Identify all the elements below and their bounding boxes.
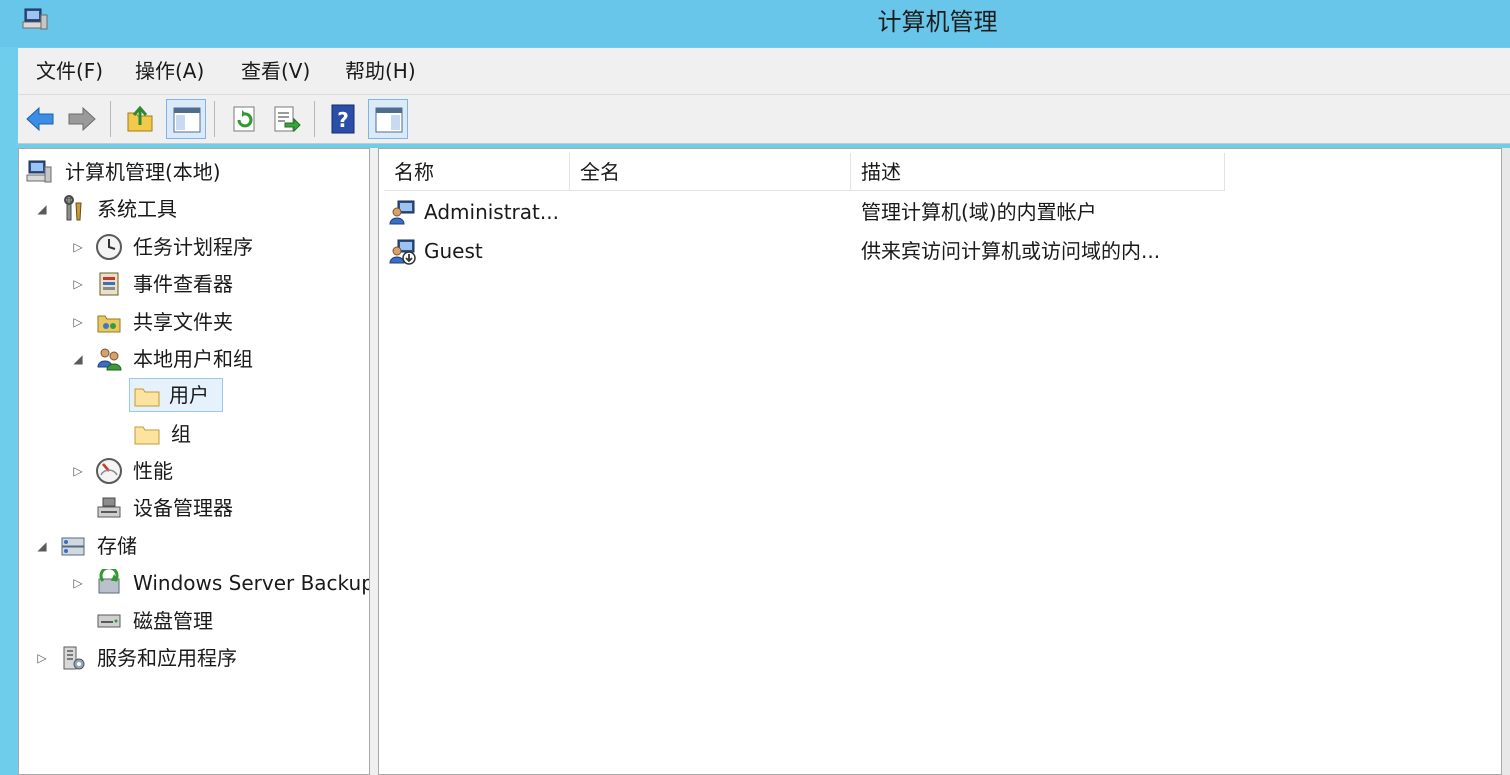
toolbar-separator (110, 101, 111, 137)
back-arrow-icon (26, 106, 54, 132)
menu-action[interactable]: 操作(A) (131, 55, 208, 87)
window-frame-left (0, 48, 18, 775)
users-groups-icon (97, 348, 122, 371)
disk-management-icon (97, 614, 121, 628)
expand-arrow-icon[interactable]: ▷ (71, 266, 85, 302)
performance-gauge-icon (96, 458, 122, 484)
tree-item-label: 设备管理器 (133, 496, 233, 520)
show-hide-console-tree-icon (173, 107, 201, 133)
users-list-view[interactable]: 名称 全名 描述 Administrat... 管理计算机(域)的内置帐户 Gu… (378, 148, 1502, 775)
cell-fullname (580, 232, 840, 270)
disabled-user-icon (389, 239, 416, 265)
console-tree[interactable]: 计算机管理(本地) ◢ 系统工具 ▷ 任务计划程序 ▷ 事件查看器 ▷ 共享文件… (18, 148, 370, 775)
help-button[interactable]: ? (324, 99, 364, 139)
expand-arrow-icon[interactable]: ▷ (35, 640, 49, 676)
expand-arrow-icon[interactable]: ▷ (71, 229, 85, 265)
backup-icon (98, 569, 120, 594)
cell-name: Guest (424, 239, 483, 263)
toolbar: ? (18, 95, 1510, 144)
menu-file[interactable]: 文件(F) (32, 55, 107, 87)
tree-item-label: 用户 (169, 383, 209, 407)
forward-button[interactable] (62, 99, 102, 139)
user-account-icon (389, 200, 415, 225)
tree-item-label: 服务和应用程序 (97, 646, 237, 670)
column-header-name[interactable]: 名称 (384, 153, 570, 191)
show-hide-action-pane-button[interactable] (368, 99, 408, 139)
show-hide-action-pane-icon (375, 107, 403, 133)
storage-icon (61, 537, 85, 556)
refresh-button[interactable] (224, 99, 264, 139)
cell-fullname (580, 193, 840, 231)
event-viewer-icon (99, 272, 119, 296)
menu-view[interactable]: 查看(V) (237, 55, 314, 87)
tree-item-label: 事件查看器 (133, 272, 233, 296)
folder-icon (134, 388, 160, 407)
column-header-description[interactable]: 描述 (851, 153, 1225, 191)
export-list-icon (274, 106, 301, 133)
column-header-fullname[interactable]: 全名 (570, 153, 851, 191)
tree-item-label: 计算机管理(本地) (65, 160, 221, 184)
folder-icon (134, 426, 160, 445)
tree-item-label: 性能 (133, 459, 173, 483)
collapse-arrow-icon[interactable]: ◢ (71, 341, 85, 377)
computer-management-icon (26, 160, 52, 183)
collapse-arrow-icon[interactable]: ◢ (35, 528, 49, 564)
forward-arrow-icon (68, 106, 96, 132)
collapse-arrow-icon[interactable]: ◢ (35, 191, 49, 227)
clock-icon (96, 234, 122, 260)
tree-item-label: 系统工具 (97, 197, 177, 221)
table-row[interactable]: Administrat... 管理计算机(域)的内置帐户 (379, 193, 1479, 231)
show-hide-console-tree-button[interactable] (166, 99, 206, 139)
table-row[interactable]: Guest 供来宾访问计算机或访问域的内... (379, 232, 1479, 270)
shared-folders-icon (97, 315, 121, 333)
menu-help[interactable]: 帮助(H) (341, 55, 420, 87)
cell-description: 管理计算机(域)的内置帐户 (861, 200, 1097, 224)
tree-item-label: Windows Server Backup (133, 571, 370, 595)
svg-text:?: ? (337, 108, 349, 132)
tree-item-label: 共享文件夹 (133, 310, 233, 334)
title-bar[interactable]: 计算机管理 (0, 0, 1510, 47)
services-apps-icon (63, 646, 85, 670)
up-one-level-icon (127, 105, 153, 132)
computer-management-window: 计算机管理 文件(F) 操作(A) 查看(V) 帮助(H) ? 计算机管理(本地… (0, 0, 1510, 775)
system-tools-icon (64, 195, 82, 221)
expand-arrow-icon[interactable]: ▷ (71, 453, 85, 489)
window-title: 计算机管理 (877, 8, 998, 36)
up-one-level-button[interactable] (120, 99, 160, 139)
device-manager-icon (97, 497, 121, 518)
toolbar-separator (314, 101, 315, 137)
cell-name: Administrat... (424, 200, 559, 224)
tree-item-label: 组 (171, 422, 191, 446)
export-list-button[interactable] (266, 99, 306, 139)
tree-item-label: 本地用户和组 (133, 347, 253, 371)
tree-item-label: 存储 (97, 534, 137, 558)
tree-item-label: 任务计划程序 (133, 235, 253, 259)
refresh-icon (233, 106, 255, 132)
tree-item-label: 磁盘管理 (133, 609, 213, 633)
pane-splitter[interactable] (370, 148, 378, 775)
menu-bar: 文件(F) 操作(A) 查看(V) 帮助(H) (18, 48, 1510, 95)
expand-arrow-icon[interactable]: ▷ (71, 565, 85, 601)
expand-arrow-icon[interactable]: ▷ (71, 304, 85, 340)
vertical-scrollbar[interactable] (1502, 148, 1510, 775)
cell-description: 供来宾访问计算机或访问域的内... (861, 239, 1161, 263)
toolbar-separator (214, 101, 215, 137)
back-button[interactable] (20, 99, 60, 139)
help-icon: ? (331, 104, 355, 134)
